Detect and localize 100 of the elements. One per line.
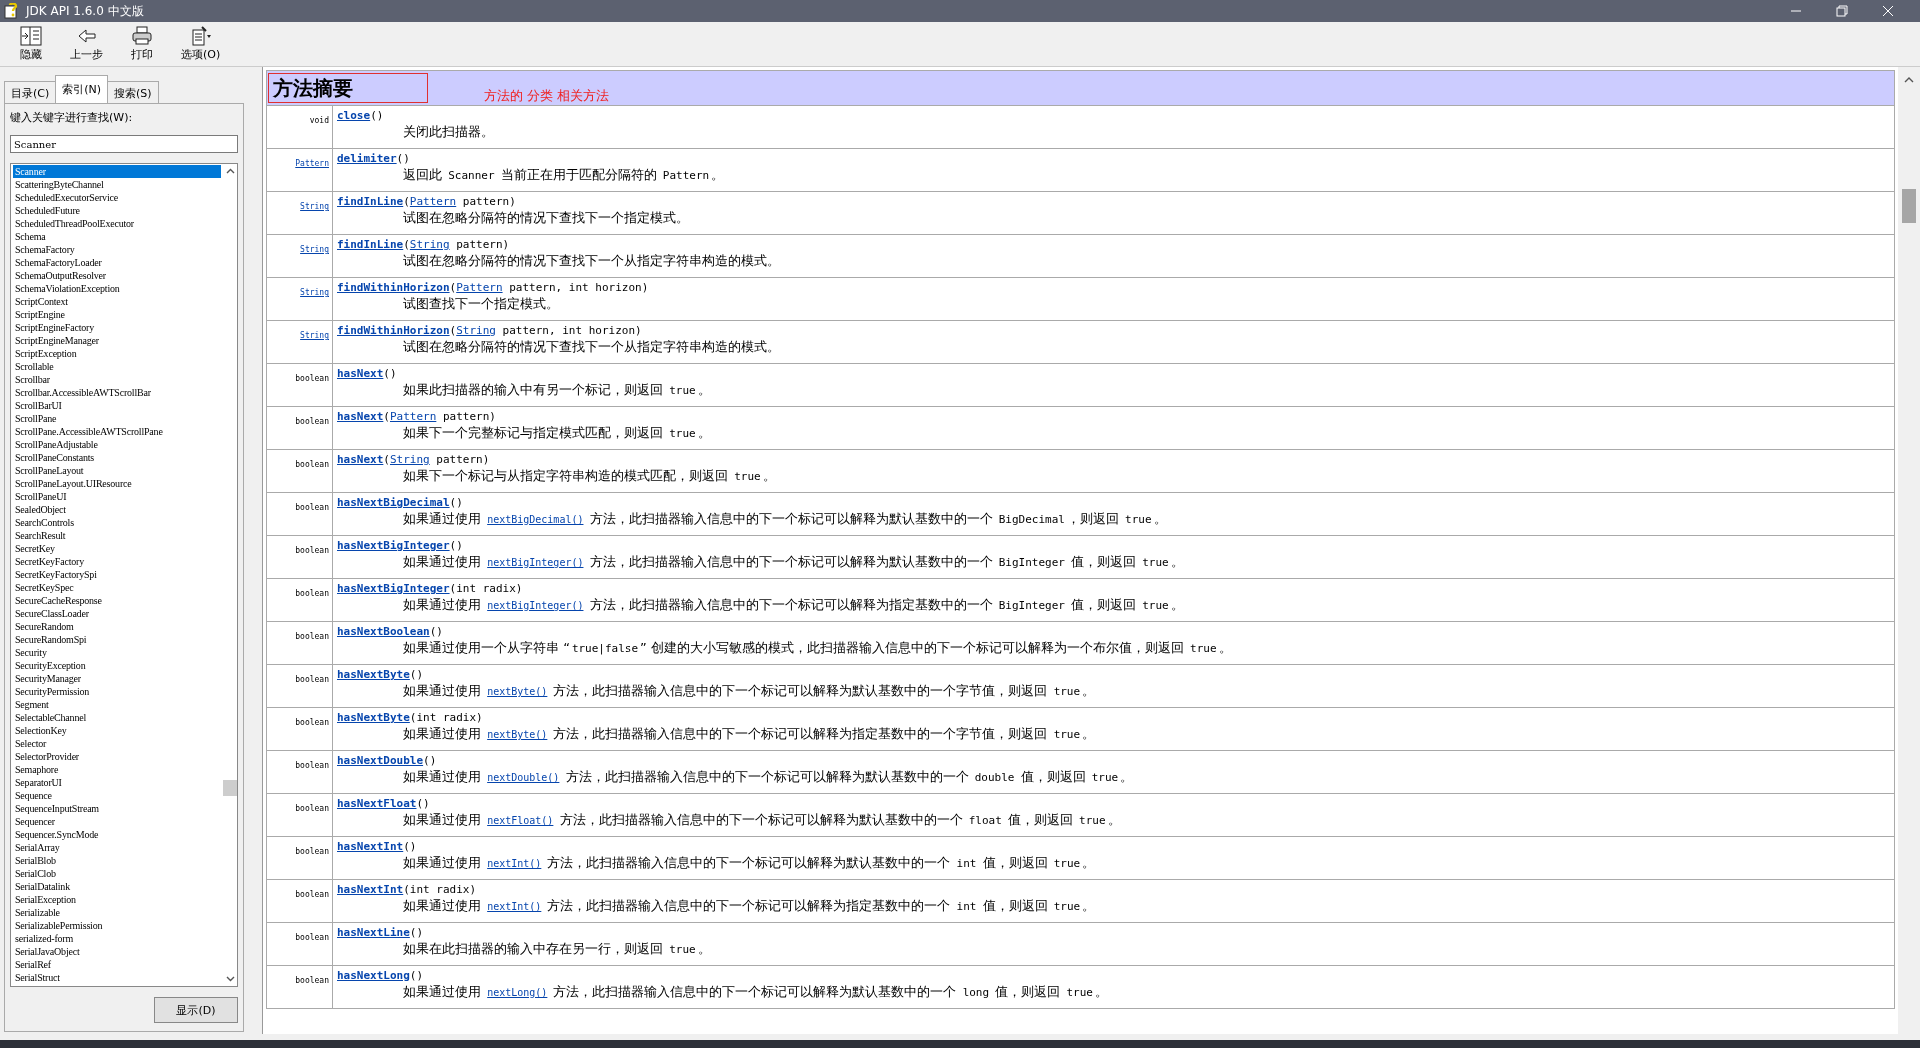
index-item[interactable]: SerializablePermission — [13, 919, 221, 932]
type-link[interactable]: String — [456, 324, 496, 337]
method-link[interactable]: hasNextBoolean — [337, 625, 430, 638]
method-link[interactable]: findInLine — [337, 195, 404, 208]
index-item[interactable]: SecurityPermission — [13, 685, 221, 698]
index-item[interactable]: Sequencer — [13, 815, 221, 828]
method-link[interactable]: hasNextLong — [337, 969, 410, 982]
method-link[interactable]: hasNextBigDecimal — [337, 496, 450, 509]
index-item[interactable]: SchemaOutputResolver — [13, 269, 221, 282]
method-link[interactable]: hasNext — [337, 367, 384, 380]
type-link[interactable]: String — [300, 288, 329, 297]
method-link[interactable]: hasNext — [337, 410, 384, 423]
index-item[interactable]: ScriptException — [13, 347, 221, 360]
index-item[interactable]: Selector — [13, 737, 221, 750]
type-link[interactable]: Pattern — [456, 281, 503, 294]
method-link[interactable]: hasNextInt — [337, 840, 404, 853]
index-item[interactable]: SelectionKey — [13, 724, 221, 737]
index-item[interactable]: ScrollPane — [13, 412, 221, 425]
index-item[interactable]: SecureRandomSpi — [13, 633, 221, 646]
index-item[interactable]: SerialBlob — [13, 854, 221, 867]
index-item[interactable]: Sequencer.SyncMode — [13, 828, 221, 841]
method-link[interactable]: hasNextByte — [337, 711, 410, 724]
scroll-down-icon[interactable] — [225, 976, 235, 982]
index-item[interactable]: SerialJavaObject — [13, 945, 221, 958]
index-item[interactable]: SecurityManager — [13, 672, 221, 685]
method-link[interactable]: nextDouble() — [487, 772, 560, 783]
method-link[interactable]: close — [337, 109, 371, 122]
index-item[interactable]: SelectorProvider — [13, 750, 221, 763]
method-link[interactable]: nextBigInteger() — [487, 557, 584, 568]
method-link[interactable]: nextInt() — [487, 901, 542, 912]
index-item[interactable]: SearchResult — [13, 529, 221, 542]
method-link[interactable]: nextBigInteger() — [487, 600, 584, 611]
tab[interactable]: 索引(N) — [55, 75, 109, 103]
scroll-thumb[interactable] — [1902, 189, 1916, 223]
method-link[interactable]: delimiter — [337, 152, 397, 165]
method-link[interactable]: findWithinHorizon — [337, 281, 450, 294]
type-link[interactable]: String — [300, 202, 329, 211]
index-item[interactable]: ScheduledFuture — [13, 204, 221, 217]
index-item[interactable]: SealedObject — [13, 503, 221, 516]
method-link[interactable]: hasNext — [337, 453, 384, 466]
index-item[interactable]: serialized-form — [13, 932, 221, 945]
toolbar-button[interactable]: 打印 — [121, 24, 163, 64]
method-link[interactable]: hasNextDouble — [337, 754, 424, 767]
type-link[interactable]: String — [300, 245, 329, 254]
index-item[interactable]: SerialArray — [13, 841, 221, 854]
index-item[interactable]: ScrollPaneUI — [13, 490, 221, 503]
scroll-up-icon[interactable] — [225, 168, 235, 174]
index-item[interactable]: SerialClob — [13, 867, 221, 880]
scroll-up-icon[interactable] — [1904, 77, 1914, 83]
method-link[interactable]: hasNextLine — [337, 926, 410, 939]
method-link[interactable]: findInLine — [337, 238, 404, 251]
index-item[interactable]: SerialDatalink — [13, 880, 221, 893]
index-item[interactable]: ScheduledThreadPoolExecutor — [13, 217, 221, 230]
index-item[interactable]: ScrollPaneConstants — [13, 451, 221, 464]
method-link[interactable]: nextBigDecimal() — [487, 514, 584, 525]
index-item[interactable]: ScrollBarUI — [13, 399, 221, 412]
index-item[interactable]: SecureRandom — [13, 620, 221, 633]
index-item[interactable]: SecretKeySpec — [13, 581, 221, 594]
type-link[interactable]: Pattern — [390, 410, 437, 423]
show-button[interactable]: 显示(D) — [154, 997, 238, 1023]
method-link[interactable]: hasNextFloat — [337, 797, 417, 810]
index-item[interactable]: Semaphore — [13, 763, 221, 776]
index-item[interactable]: SelectableChannel — [13, 711, 221, 724]
type-link[interactable]: String — [390, 453, 430, 466]
scroll-thumb[interactable] — [223, 780, 237, 796]
type-link[interactable]: Pattern — [295, 159, 329, 168]
index-item[interactable]: Segment — [13, 698, 221, 711]
restore-icon[interactable] — [1836, 5, 1848, 17]
index-item[interactable]: ScrollPaneLayout.UIResource — [13, 477, 221, 490]
method-link[interactable]: hasNextBigInteger — [337, 582, 450, 595]
keyword-field[interactable]: Scanner — [10, 135, 238, 153]
index-item[interactable]: ScriptEngine — [13, 308, 221, 321]
scrollbar[interactable] — [1898, 67, 1920, 1034]
tab[interactable]: 搜索(S) — [107, 81, 159, 103]
type-link[interactable]: Pattern — [409, 195, 457, 208]
index-item[interactable]: SeparatorUI — [13, 776, 221, 789]
method-link[interactable]: nextByte() — [487, 686, 548, 697]
index-item[interactable]: SearchControls — [13, 516, 221, 529]
index-item[interactable]: Schema — [13, 230, 221, 243]
index-item[interactable]: Scrollbar — [13, 373, 221, 386]
method-link[interactable]: nextInt() — [487, 858, 542, 869]
index-item[interactable]: SerialException — [13, 893, 221, 906]
index-item[interactable]: SerialStruct — [13, 971, 221, 984]
toolbar-button[interactable]: 选项(O) — [171, 24, 231, 64]
method-link[interactable]: hasNextBigInteger — [337, 539, 450, 552]
index-item[interactable]: ScriptContext — [13, 295, 221, 308]
index-item[interactable]: SchemaViolationException — [13, 282, 221, 295]
type-link[interactable]: String — [300, 331, 329, 340]
method-link[interactable]: nextLong() — [487, 987, 548, 998]
index-item[interactable]: SequenceInputStream — [13, 802, 221, 815]
tab[interactable]: 目录(C) — [4, 81, 57, 103]
index-item[interactable]: SecretKeyFactorySpi — [13, 568, 221, 581]
close-icon[interactable] — [1882, 5, 1894, 17]
index-item[interactable]: SerialRef — [13, 958, 221, 971]
index-item[interactable]: ScatteringByteChannel — [13, 178, 221, 191]
index-item[interactable]: Scanner — [13, 165, 221, 178]
index-item[interactable]: SecretKey — [13, 542, 221, 555]
index-item[interactable]: ScriptEngineFactory — [13, 321, 221, 334]
index-item[interactable]: SchemaFactoryLoader — [13, 256, 221, 269]
method-link[interactable]: nextByte() — [487, 729, 548, 740]
